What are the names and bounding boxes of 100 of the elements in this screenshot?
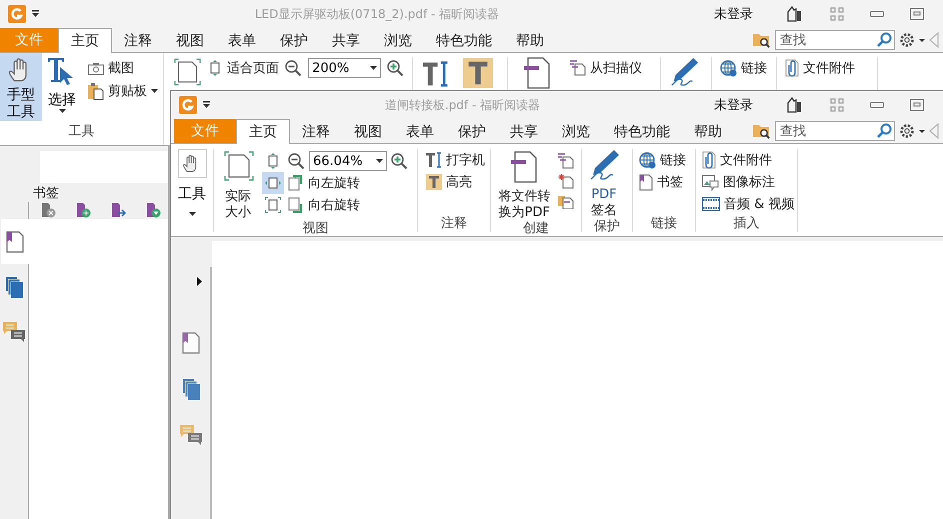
- ribbon-tab[interactable]: 共享: [498, 120, 550, 143]
- attachment-button[interactable]: 文件附件: [702, 149, 794, 171]
- comments-icon[interactable]: [180, 424, 202, 446]
- zoom-out-icon[interactable]: [285, 60, 302, 77]
- quick-access-icon[interactable]: [32, 10, 40, 18]
- ribbon-tab[interactable]: 主页: [236, 119, 290, 144]
- bookmark-button[interactable]: 书签: [639, 171, 686, 193]
- link-button[interactable]: 链接: [639, 149, 686, 171]
- rotate-left-button[interactable]: 向左旋转: [288, 172, 408, 194]
- globe-link-icon[interactable]: [720, 60, 737, 76]
- pen-signature-icon[interactable]: [669, 57, 699, 87]
- attachment-button[interactable]: 文件附件: [785, 57, 855, 79]
- bookmark-icon[interactable]: [639, 174, 653, 190]
- rotate-left-icon[interactable]: [288, 175, 304, 191]
- clipboard-page-icon[interactable]: [558, 193, 574, 209]
- quick-access-icon[interactable]: [203, 101, 211, 109]
- camera-icon[interactable]: [88, 62, 104, 74]
- typewriter-button[interactable]: 打字机: [426, 149, 485, 171]
- clipboard-icon[interactable]: [88, 82, 104, 100]
- ribbon-tab[interactable]: 帮助: [682, 120, 734, 143]
- hand-tool-button[interactable]: 手型工具: [0, 53, 42, 121]
- convert-page-icon[interactable]: [524, 57, 550, 89]
- zoom-out-icon[interactable]: [288, 152, 305, 170]
- rotate-right-button[interactable]: 向右旋转: [288, 194, 408, 216]
- fit-button[interactable]: [262, 172, 284, 194]
- convert-to-pdf-button[interactable]: 将文件转换为PDF: [497, 149, 552, 221]
- fit-page-button[interactable]: 适合页面: [207, 57, 280, 79]
- expand-icon[interactable]: [197, 277, 202, 286]
- ribbon-tab[interactable]: 注释: [112, 29, 164, 52]
- image-comment-icon[interactable]: [702, 174, 719, 190]
- folder-search-icon[interactable]: [753, 123, 771, 139]
- ribbon-tab[interactable]: 浏览: [550, 120, 602, 143]
- ribbon-tab[interactable]: 保护: [268, 29, 320, 52]
- search-field[interactable]: 查找: [775, 30, 895, 50]
- bookmark-tool-icon[interactable]: [41, 203, 57, 218]
- actual-size-icon[interactable]: [224, 151, 254, 181]
- ribbon-tab[interactable]: 视图: [164, 29, 216, 52]
- typewriter-icon[interactable]: [423, 61, 449, 87]
- scan-button[interactable]: 从扫描仪: [570, 57, 642, 79]
- convert-page-icon[interactable]: [511, 151, 538, 183]
- rotate-right-icon[interactable]: [288, 197, 304, 213]
- film-strip-icon[interactable]: [702, 197, 720, 211]
- login-status[interactable]: 未登录: [714, 96, 753, 114]
- ribbon-tab[interactable]: 共享: [320, 29, 372, 52]
- paperclip-icon[interactable]: [785, 59, 799, 77]
- zoom-combo[interactable]: 66.04%: [309, 151, 387, 171]
- ribbon-tab[interactable]: 表单: [216, 29, 268, 52]
- ribbon-tab[interactable]: 注释: [290, 120, 342, 143]
- audio-video-button[interactable]: 音频 & 视频: [702, 193, 794, 215]
- ribbon-tab[interactable]: 表单: [394, 120, 446, 143]
- pages-icon[interactable]: [182, 378, 200, 400]
- typewriter-icon[interactable]: [426, 152, 442, 168]
- pages-icon[interactable]: [5, 276, 23, 298]
- scanner-page-icon[interactable]: [570, 60, 586, 76]
- minimize-icon[interactable]: [870, 11, 884, 17]
- minimize-icon[interactable]: [870, 102, 884, 108]
- blank-page-icon[interactable]: [558, 173, 574, 189]
- zoom-in-icon[interactable]: [391, 152, 408, 170]
- zoom-combo[interactable]: 200%: [308, 58, 381, 78]
- folder-search-icon[interactable]: [753, 32, 771, 48]
- ribbon-tab[interactable]: 主页: [58, 28, 112, 53]
- bookmark-page-icon[interactable]: [6, 230, 24, 252]
- nav-tab[interactable]: [0, 219, 28, 264]
- zoom-in-icon[interactable]: [387, 60, 404, 77]
- login-status[interactable]: 未登录: [714, 5, 753, 23]
- ribbon-tab[interactable]: 特色功能: [602, 120, 682, 143]
- maximize-icon[interactable]: [910, 8, 924, 20]
- bookmark-tool-icon[interactable]: [146, 203, 162, 218]
- tool-button[interactable]: [178, 149, 206, 178]
- ribbon-tab[interactable]: 特色功能: [424, 29, 504, 52]
- search-icon[interactable]: [876, 32, 892, 48]
- maximize-icon[interactable]: [910, 99, 924, 111]
- paperclip-icon[interactable]: [702, 151, 716, 169]
- pen-signature-icon[interactable]: [588, 149, 620, 181]
- settings-icon[interactable]: [899, 32, 925, 48]
- search-field[interactable]: 查找: [775, 121, 895, 141]
- bookmark-page-icon[interactable]: [182, 332, 200, 354]
- actual-size-button[interactable]: 实际大小: [220, 149, 258, 221]
- link-button[interactable]: 链接: [720, 57, 767, 79]
- comments-icon[interactable]: [3, 320, 25, 342]
- image-annotation-button[interactable]: 图像标注: [702, 171, 794, 193]
- ribbon-tab[interactable]: 保护: [446, 120, 498, 143]
- scanner-page-icon[interactable]: [558, 153, 574, 169]
- select-tool-button[interactable]: 选择: [42, 53, 82, 121]
- highlight-button[interactable]: 高亮: [426, 171, 485, 193]
- highlight-icon[interactable]: [463, 58, 493, 88]
- actual-size-icon[interactable]: [174, 57, 202, 87]
- search-icon[interactable]: [876, 123, 892, 139]
- ribbon-tab[interactable]: 帮助: [504, 29, 556, 52]
- highlight-icon[interactable]: [426, 174, 442, 190]
- pdf-sign-button[interactable]: PDF 签名: [588, 149, 620, 219]
- bookmark-tool-icon[interactable]: [76, 203, 92, 218]
- bookmark-tool-icon[interactable]: [111, 203, 127, 218]
- ribbon-tab[interactable]: 浏览: [372, 29, 424, 52]
- settings-icon[interactable]: [899, 123, 925, 139]
- snapshot-button[interactable]: 截图: [88, 57, 158, 79]
- fullscreen-icon[interactable]: [830, 98, 844, 112]
- globe-link-icon[interactable]: [639, 152, 656, 168]
- tools-menu[interactable]: 工具: [178, 185, 206, 203]
- fit-button[interactable]: [262, 194, 284, 216]
